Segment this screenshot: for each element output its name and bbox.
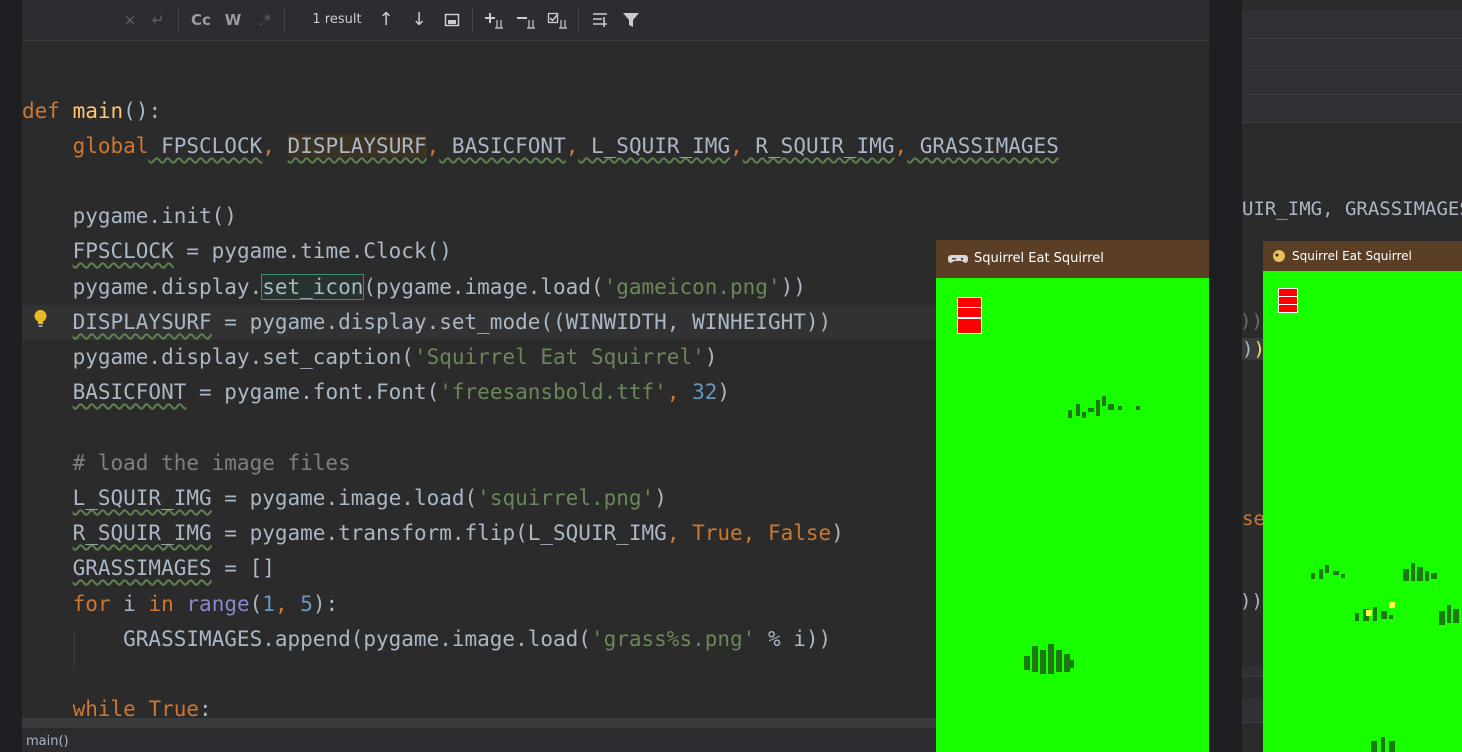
- game-canvas[interactable]: [936, 278, 1209, 752]
- search-match-highlight: set_icon: [261, 274, 365, 300]
- words-toggle[interactable]: W: [222, 8, 244, 32]
- background-code-fragment: )): [1242, 310, 1263, 332]
- add-selection-icon[interactable]: [482, 8, 506, 32]
- filter-options-icon[interactable]: [588, 8, 612, 32]
- squirrel-icon: [1273, 250, 1285, 262]
- code-line-12: GRASSIMAGES = []: [72, 556, 275, 580]
- code-line-9-comment: # load the image files: [22, 451, 351, 475]
- background-toolbar: [1242, 68, 1462, 95]
- close-icon[interactable]: ×: [120, 8, 140, 32]
- breadcrumb-main[interactable]: main(): [26, 734, 69, 749]
- select-all-occurrences-icon[interactable]: [546, 8, 570, 32]
- game-window-title-bar[interactable]: Squirrel Eat Squirrel: [936, 240, 1209, 278]
- code-line-3: pygame.init(): [22, 204, 237, 228]
- game-window-title: Squirrel Eat Squirrel: [1292, 249, 1412, 263]
- regex-toggle[interactable]: .*: [254, 8, 276, 32]
- horizontal-scrollbar[interactable]: [22, 718, 942, 728]
- open-in-window-icon[interactable]: [442, 8, 462, 32]
- toolbar-separator: [284, 8, 285, 32]
- filter-icon[interactable]: [619, 8, 643, 32]
- background-code-fragment: )): [1242, 338, 1265, 360]
- code-line-10: L_SQUIR_IMG = pygame.image.load('squirre…: [72, 486, 667, 510]
- find-toolbar: × ↵ Cc W .* 1 result ↑ ↓: [22, 0, 1209, 41]
- gamepad-icon: [948, 255, 968, 263]
- background-code-fragment: )): [1242, 590, 1263, 612]
- toolbar-separator: [472, 8, 473, 32]
- previous-occurrence-icon[interactable]: ↑: [376, 8, 396, 32]
- search-result-count: 1 result: [312, 12, 362, 27]
- match-case-toggle[interactable]: Cc: [188, 8, 214, 32]
- toolbar-separator: [178, 8, 179, 32]
- grass-sprites: [1311, 563, 1459, 752]
- lightbulb-icon[interactable]: [33, 309, 48, 329]
- game-window-main[interactable]: Squirrel Eat Squirrel: [936, 240, 1209, 752]
- background-code-fragment: se: [1242, 508, 1265, 530]
- code-line-2: global FPSCLOCK, DISPLAYSURF, BASICFONT,…: [72, 134, 1059, 158]
- game-canvas[interactable]: [1263, 271, 1462, 752]
- left-gutter-strip: [0, 0, 44, 752]
- background-toolbar: [1242, 96, 1462, 123]
- window-divider: [1209, 0, 1242, 752]
- next-occurrence-icon[interactable]: ↓: [409, 8, 429, 32]
- grass-sprites: [1024, 396, 1140, 674]
- code-line-1: def main():: [22, 99, 162, 123]
- game-window-title-bar[interactable]: Squirrel Eat Squirrel: [1263, 241, 1462, 271]
- code-line-5: pygame.display.set_icon(pygame.image.loa…: [22, 274, 806, 300]
- code-line-11: R_SQUIR_IMG = pygame.transform.flip(L_SQ…: [72, 521, 844, 545]
- code-line-4: FPSCLOCK = pygame.time.Clock(): [72, 239, 452, 263]
- code-line-8: BASICFONT = pygame.font.Font('freesansbo…: [72, 380, 731, 404]
- game-window-secondary[interactable]: Squirrel Eat Squirrel: [1263, 241, 1462, 752]
- code-line-7: pygame.display.set_caption('Squirrel Eat…: [22, 345, 718, 369]
- background-toolbar: [1242, 40, 1462, 67]
- code-line-13: for i in range(1, 5):: [72, 592, 339, 616]
- background-code-fragment: UIR_IMG, GRASSIMAGES: [1242, 198, 1462, 220]
- remove-selection-icon[interactable]: [514, 8, 538, 32]
- background-toolbar: [1242, 10, 1462, 39]
- toolbar-separator: [578, 8, 579, 32]
- code-line-14: GRASSIMAGES.append(pygame.image.load('gr…: [22, 627, 832, 651]
- replace-icon[interactable]: ↵: [148, 8, 168, 32]
- game-window-title: Squirrel Eat Squirrel: [974, 251, 1104, 266]
